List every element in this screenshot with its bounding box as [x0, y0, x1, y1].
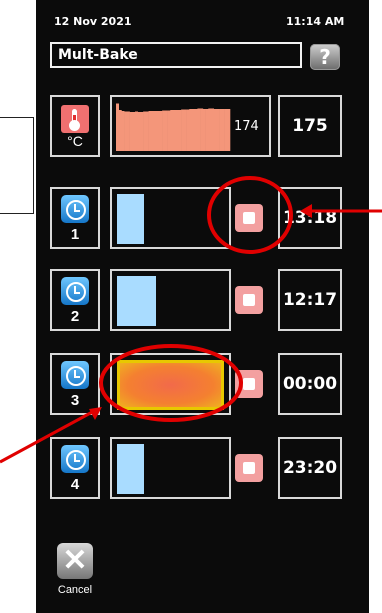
- timer-number: 1: [70, 226, 80, 243]
- temperature-history-bar: [116, 103, 120, 151]
- temperature-setpoint[interactable]: 175: [278, 95, 342, 157]
- close-icon: ✕: [62, 544, 88, 577]
- temperature-history-bar: [173, 110, 177, 151]
- timer-number: 3: [70, 392, 80, 409]
- current-temperature: 174: [234, 119, 259, 134]
- clock-icon: [61, 277, 89, 305]
- temperature-history-bar: [156, 111, 160, 151]
- temperature-history-bar: [167, 110, 171, 151]
- timer-1-stop-button[interactable]: [235, 204, 263, 232]
- timer-3-icon-cell[interactable]: 3: [50, 353, 100, 415]
- timer-progress-bar: [117, 276, 156, 326]
- timer-number: 4: [70, 476, 80, 493]
- timer-4-time[interactable]: 23:20: [278, 437, 342, 499]
- timer-progress-bar: [117, 444, 144, 494]
- timer-1-time[interactable]: 13:18: [278, 187, 342, 249]
- temperature-history-bar: [208, 108, 212, 151]
- timer-3-progress[interactable]: [110, 353, 231, 415]
- temperature-history-bar: [145, 111, 149, 151]
- help-button[interactable]: ?: [310, 44, 340, 70]
- temperature-icon-cell[interactable]: °C: [50, 95, 100, 157]
- temperature-history-bar: [213, 109, 217, 151]
- timer-number: 2: [70, 308, 80, 325]
- clock-icon: [61, 445, 89, 473]
- temperature-history-bar: [192, 109, 196, 151]
- timer-1-icon-cell[interactable]: 1: [50, 187, 100, 249]
- temperature-history-bar: [227, 109, 231, 151]
- temperature-history-bar: [178, 110, 182, 151]
- timer-2-stop-button[interactable]: [235, 286, 263, 314]
- temperature-history-bar: [205, 109, 209, 151]
- temperature-history-bar: [221, 109, 225, 151]
- callout-box: [0, 117, 34, 214]
- timer-2-icon-cell[interactable]: 2: [50, 269, 100, 331]
- temperature-unit: °C: [67, 133, 83, 149]
- temperature-history-bar: [118, 110, 122, 151]
- temperature-history-bar: [189, 109, 193, 151]
- timer-2-progress[interactable]: [110, 269, 231, 331]
- temperature-history-bar: [211, 108, 215, 151]
- temperature-history-bar: [129, 112, 133, 151]
- header-time: 11:14 AM: [286, 15, 345, 28]
- temperature-history-bar: [181, 109, 185, 151]
- temperature-history-bar: [151, 111, 155, 151]
- clock-icon: [61, 195, 89, 223]
- header-date: 12 Nov 2021: [54, 15, 132, 28]
- temperature-history-bar: [164, 110, 168, 151]
- temperature-history-bar: [121, 111, 125, 151]
- timer-progress-bar: [117, 194, 144, 244]
- timer-3-time[interactable]: 00:00: [278, 353, 342, 415]
- temperature-history-bar: [135, 111, 139, 151]
- temperature-history-bar: [224, 109, 228, 151]
- timer-3-stop-button[interactable]: [235, 370, 263, 398]
- temperature-history-bar: [162, 110, 166, 151]
- temperature-graph: 174: [110, 95, 271, 157]
- timer-done-bar: [117, 360, 224, 410]
- temperature-history-bar: [170, 110, 174, 151]
- temperature-history-bar: [197, 108, 201, 151]
- temperature-history-bar: [202, 109, 206, 151]
- temperature-history-bar: [186, 109, 190, 151]
- timer-4-stop-button[interactable]: [235, 454, 263, 482]
- temperature-history-bar: [143, 111, 147, 151]
- temperature-history-bar: [132, 112, 136, 151]
- clock-icon: [61, 361, 89, 389]
- temperature-history-bar: [216, 109, 220, 151]
- temperature-history-bar: [175, 110, 179, 151]
- timer-4-progress[interactable]: [110, 437, 231, 499]
- temperature-history-bar: [137, 112, 141, 151]
- temperature-history-bar: [154, 111, 158, 151]
- cancel-button[interactable]: ✕: [57, 543, 93, 579]
- temperature-history-bar: [200, 108, 204, 151]
- temperature-history-bar: [194, 109, 198, 151]
- temperature-history-bar: [148, 111, 152, 151]
- timer-1-progress[interactable]: [110, 187, 231, 249]
- timer-2-time[interactable]: 12:17: [278, 269, 342, 331]
- stop-icon: [243, 378, 255, 390]
- temperature-history-bar: [219, 109, 223, 151]
- stop-icon: [243, 212, 255, 224]
- timer-4-icon-cell[interactable]: 4: [50, 437, 100, 499]
- temperature-history-bar: [126, 111, 130, 151]
- thermometer-icon: [61, 105, 89, 133]
- program-title[interactable]: Mult-Bake: [50, 42, 302, 68]
- stop-icon: [243, 294, 255, 306]
- temperature-history-bar: [183, 109, 187, 151]
- temperature-history-bar: [140, 112, 144, 151]
- temperature-history-bar: [124, 111, 128, 151]
- temperature-history-bar: [159, 111, 163, 151]
- cancel-label: Cancel: [57, 584, 93, 596]
- stop-icon: [243, 462, 255, 474]
